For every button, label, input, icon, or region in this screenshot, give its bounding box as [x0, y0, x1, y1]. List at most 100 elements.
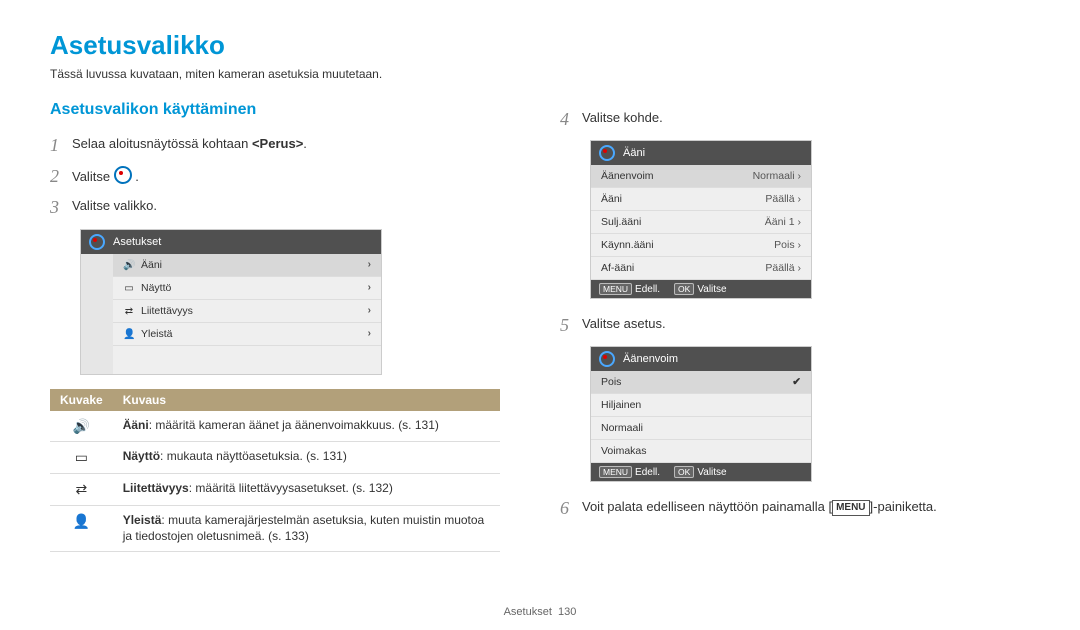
kv-value: Päällä ›	[765, 193, 801, 205]
menu-item-label: Yleistä	[141, 328, 173, 340]
cam-header: Äänenvoim	[591, 347, 811, 371]
left-column: Asetusvalikon käyttäminen 1 Selaa aloitu…	[50, 101, 520, 552]
menu-tag: MENU	[599, 466, 632, 478]
step-3: 3 Valitse valikko.	[50, 195, 520, 220]
row-icon: ▭	[50, 442, 113, 474]
page-intro: Tässä luvussa kuvataan, miten kameran as…	[50, 67, 1030, 81]
camera-screenshot-volume: Äänenvoim Pois✔HiljainenNormaaliVoimakas…	[590, 346, 812, 482]
cam-menu-item: ▭Näyttö›	[113, 277, 381, 300]
cam-foot-back: Edell.	[635, 284, 660, 295]
chevron-right-icon: ›	[368, 328, 371, 339]
ok-tag: OK	[674, 283, 694, 295]
chevron-right-icon: ›	[798, 170, 802, 182]
footer-section: Asetukset	[504, 606, 552, 618]
cam-header-label: Äänenvoim	[623, 353, 678, 365]
cam-foot-ok: Valitse	[697, 467, 726, 478]
cam-header-label: Ääni	[623, 147, 645, 159]
ok-tag: OK	[674, 466, 694, 478]
table-row: 🔊Ääni: määritä kameran äänet ja äänenvoi…	[50, 411, 500, 442]
chevron-right-icon: ›	[368, 259, 371, 270]
step-number: 5	[560, 313, 582, 338]
chevron-right-icon: ›	[798, 193, 802, 205]
cam-option-row: Voimakas	[591, 440, 811, 463]
row-desc: Yleistä: muuta kamerajärjestelmän asetuk…	[113, 506, 500, 551]
menu-item-label: Näyttö	[141, 282, 171, 294]
step-1-bold: <Perus>	[252, 136, 303, 151]
step-1-text-a: Selaa aloitusnäytössä kohtaan	[72, 136, 252, 151]
kv-key: Sulj.ääni	[601, 216, 641, 228]
row-desc: Liitettävyys: määritä liitettävyysasetuk…	[113, 474, 500, 506]
menu-item-icon: 🔊	[123, 260, 135, 271]
row-desc: Ääni: määritä kameran äänet ja äänenvoim…	[113, 411, 500, 442]
cam-footer: MENUEdell. OKValitse	[591, 463, 811, 481]
menu-item-label: Liitettävyys	[141, 305, 193, 317]
kv-value: Päällä ›	[765, 262, 801, 274]
kv-value: Normaali ›	[753, 170, 801, 182]
footer-page-number: 130	[558, 606, 576, 618]
step-3-text: Valitse valikko.	[72, 195, 157, 215]
cam-menu-list: 🔊Ääni›▭Näyttö›⇄Liitettävyys›👤Yleistä›	[113, 254, 381, 374]
chevron-right-icon: ›	[798, 262, 802, 274]
table-row: ⇄Liitettävyys: määritä liitettävyysasetu…	[50, 474, 500, 506]
cam-header: Ääni	[591, 141, 811, 165]
gear-icon	[89, 234, 105, 250]
chevron-right-icon: ›	[368, 305, 371, 316]
kv-key: Äänenvoim	[601, 170, 654, 182]
step-2: 2 Valitse .	[50, 164, 520, 189]
option-label: Pois	[601, 376, 621, 388]
menu-button-icon: MENU	[832, 500, 869, 516]
menu-item-label: Ääni	[141, 259, 162, 271]
row-desc: Näyttö: mukauta näyttöasetuksia. (s. 131…	[113, 442, 500, 474]
kv-key: Af-ääni	[601, 262, 634, 274]
kv-value: Ääni 1 ›	[765, 216, 801, 228]
chevron-right-icon: ›	[798, 216, 802, 228]
step-number: 1	[50, 133, 72, 158]
row-icon: 🔊	[50, 411, 113, 442]
kv-key: Ääni	[601, 193, 622, 205]
step-number: 4	[560, 107, 582, 132]
page-footer: Asetukset 130	[0, 606, 1080, 618]
gear-icon	[599, 351, 615, 367]
check-icon: ✔	[792, 376, 801, 388]
cam-option-row: Hiljainen	[591, 394, 811, 417]
manual-page: Asetusvalikko Tässä luvussa kuvataan, mi…	[0, 0, 1080, 630]
page-title: Asetusvalikko	[50, 30, 1030, 61]
table-row: 👤Yleistä: muuta kamerajärjestelmän asetu…	[50, 506, 500, 551]
kv-value: Pois ›	[774, 239, 801, 251]
camera-screenshot-sound: Ääni Äänenvoim Normaali › Ääni Päällä › Sulj…	[590, 140, 812, 299]
step-5: 5 Valitse asetus.	[560, 313, 1030, 338]
menu-tag: MENU	[599, 283, 632, 295]
step-4: 4 Valitse kohde.	[560, 107, 1030, 132]
cam-kv-list: Äänenvoim Normaali › Ääni Päällä › Sulj.ääni…	[591, 165, 811, 280]
cam-option-list: Pois✔HiljainenNormaaliVoimakas	[591, 371, 811, 463]
menu-item-icon: 👤	[123, 329, 135, 340]
cam-menu-item: ⇄ Liitettävyys ›	[113, 300, 381, 323]
cam-kv-row: Sulj.ääni Ääni 1 ›	[591, 211, 811, 234]
cam-foot-back: Edell.	[635, 467, 660, 478]
menu-item-icon: ▭	[123, 283, 135, 294]
gear-icon	[599, 145, 615, 161]
cam-kv-row: Käynn.ääniPois ›	[591, 234, 811, 257]
cam-kv-row: Ääni Päällä ›	[591, 188, 811, 211]
step-number: 3	[50, 195, 72, 220]
option-label: Hiljainen	[601, 399, 641, 411]
section-subhead: Asetusvalikon käyttäminen	[50, 101, 520, 119]
step-4-text: Valitse kohde.	[582, 107, 663, 127]
th-desc: Kuvaus	[113, 389, 500, 411]
cam-foot-ok: Valitse	[697, 284, 726, 295]
option-label: Voimakas	[601, 445, 647, 457]
gear-icon	[114, 166, 132, 184]
menu-item-icon: ⇄	[123, 306, 135, 317]
cam-header-label: Asetukset	[113, 236, 161, 248]
step-1-text-c: .	[303, 136, 307, 151]
camera-screenshot-settings: Asetukset 🔊 Ääni › ▭ Näyttö › ⇄ Liitettävyys › 👤 Y…	[80, 229, 382, 375]
step-5-text: Valitse asetus.	[582, 313, 666, 333]
row-icon: 👤	[50, 506, 113, 551]
cam-kv-row: Af-ääni Päällä ›	[591, 257, 811, 280]
step-2-text-b: .	[132, 169, 139, 184]
cam-kv-row: Äänenvoim Normaali ›	[591, 165, 811, 188]
step-number: 6	[560, 496, 582, 521]
step-number: 2	[50, 164, 72, 189]
chevron-right-icon: ›	[798, 239, 802, 251]
th-icon: Kuvake	[50, 389, 113, 411]
